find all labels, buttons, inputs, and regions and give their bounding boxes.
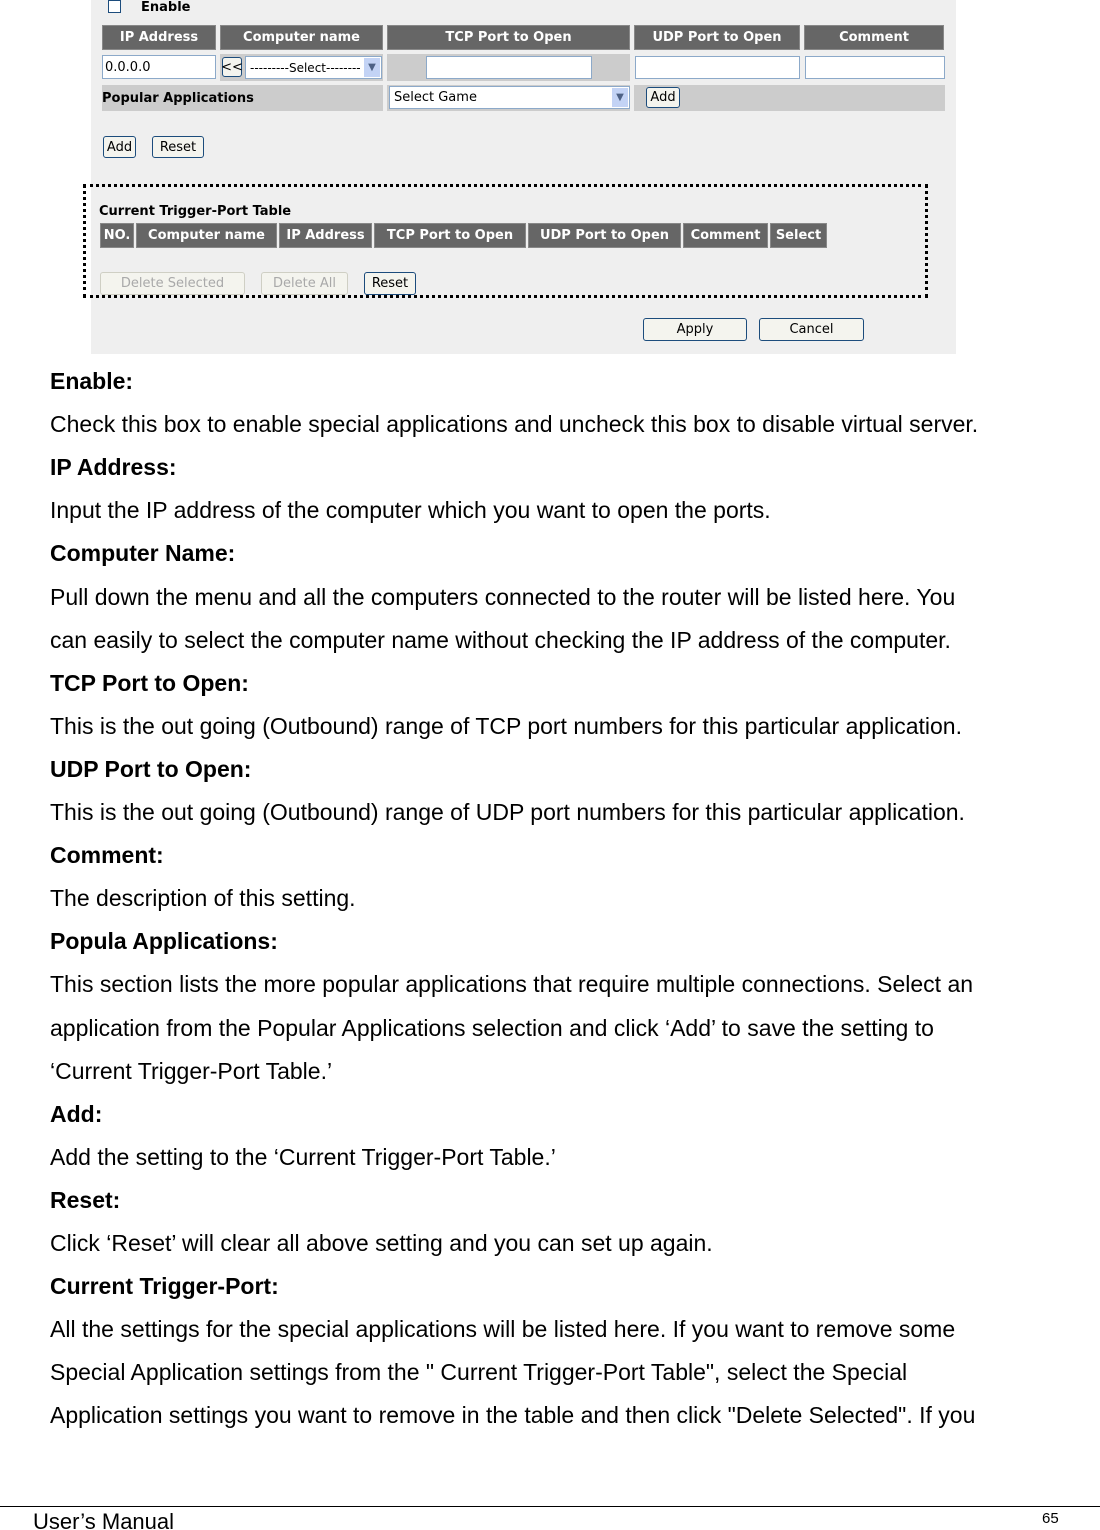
paragraph-line: Check this box to enable special applica… <box>50 411 979 438</box>
section-heading: Popula Applications: <box>50 928 278 955</box>
paragraph-line: The description of this setting. <box>50 885 356 912</box>
paragraph-line: application from the Popular Application… <box>50 1014 934 1041</box>
col-udp-port: UDP Port to Open <box>528 223 681 248</box>
delete-selected-button[interactable]: Delete Selected <box>100 272 245 295</box>
paragraph-line: ‘Current Trigger-Port Table.’ <box>50 1057 333 1084</box>
enable-label: Enable <box>141 0 191 15</box>
section-heading: Reset: <box>50 1186 121 1213</box>
paragraph-line: Add the setting to the ‘Current Trigger-… <box>50 1143 556 1170</box>
paragraph-line: All the settings for the special applica… <box>50 1316 956 1343</box>
col-ip-address: IP Address <box>279 223 372 248</box>
paragraph-line: This section lists the more popular appl… <box>50 971 974 998</box>
header-ip-address: IP Address <box>102 25 216 50</box>
game-select-value: Select Game <box>394 90 477 105</box>
chevron-down-icon: ▼ <box>612 88 628 107</box>
header-computer-name: Computer name <box>220 25 383 50</box>
header-tcp-port: TCP Port to Open <box>387 25 630 50</box>
paragraph-line: Special Application settings from the " … <box>50 1359 908 1386</box>
table-reset-button[interactable]: Reset <box>364 272 416 295</box>
col-no: NO. <box>100 223 134 248</box>
computer-select-value: ---------Select-------- <box>250 60 361 75</box>
paragraph-line: Input the IP address of the computer whi… <box>50 497 771 524</box>
col-select: Select <box>770 223 827 248</box>
section-heading: Comment: <box>50 842 164 869</box>
col-comment: Comment <box>683 223 768 248</box>
section-heading: IP Address: <box>50 454 177 481</box>
add-button[interactable]: Add <box>103 136 136 158</box>
trigger-table-title: Current Trigger-Port Table <box>99 204 292 219</box>
section-heading: Current Trigger-Port: <box>50 1273 279 1300</box>
section-heading: TCP Port to Open: <box>50 669 249 696</box>
paragraph-line: Application settings you want to remove … <box>50 1402 976 1429</box>
paragraph-line: can easily to select the computer name w… <box>50 626 951 653</box>
computer-name-select[interactable]: ---------Select-------- ▼ <box>245 56 382 79</box>
apply-button[interactable]: Apply <box>643 318 747 341</box>
popular-game-select[interactable]: Select Game ▼ <box>389 86 630 109</box>
paragraph-line: This is the out going (Outbound) range o… <box>50 712 962 739</box>
manual-page: Enable IP Address Computer name TCP Port… <box>0 0 1100 1530</box>
section-heading: Computer Name: <box>50 540 236 567</box>
footer-title: User’s Manual <box>33 1509 175 1530</box>
chevron-down-icon: ▼ <box>364 58 380 77</box>
comment-input[interactable] <box>805 56 945 79</box>
paragraph-line: Click ‘Reset’ will clear all above setti… <box>50 1230 713 1256</box>
popular-add-button[interactable]: Add <box>646 87 680 108</box>
paragraph-line: This is the out going (Outbound) range o… <box>50 799 965 825</box>
copy-computer-button[interactable]: << <box>221 57 243 77</box>
col-tcp-port: TCP Port to Open <box>374 223 526 248</box>
page-number: 65 <box>1042 1510 1059 1527</box>
popular-applications-label: Popular Applications <box>102 85 383 111</box>
tcp-port-input[interactable] <box>426 56 592 79</box>
section-heading: Enable: <box>50 368 134 394</box>
col-computer-name: Computer name <box>136 223 277 248</box>
footer-divider <box>0 1506 1100 1507</box>
udp-port-input[interactable] <box>635 56 800 79</box>
delete-all-button[interactable]: Delete All <box>261 272 348 295</box>
header-comment: Comment <box>804 25 944 50</box>
header-udp-port: UDP Port to Open <box>634 25 800 50</box>
ip-address-input[interactable]: 0.0.0.0 <box>102 55 216 79</box>
paragraph-line: Pull down the menu and all the computers… <box>50 583 956 610</box>
cancel-button[interactable]: Cancel <box>759 318 864 341</box>
reset-button[interactable]: Reset <box>152 136 204 158</box>
enable-checkbox[interactable] <box>108 0 121 13</box>
popular-add-cell <box>634 85 945 111</box>
section-heading: UDP Port to Open: <box>50 755 252 782</box>
section-heading: Add: <box>50 1100 103 1127</box>
